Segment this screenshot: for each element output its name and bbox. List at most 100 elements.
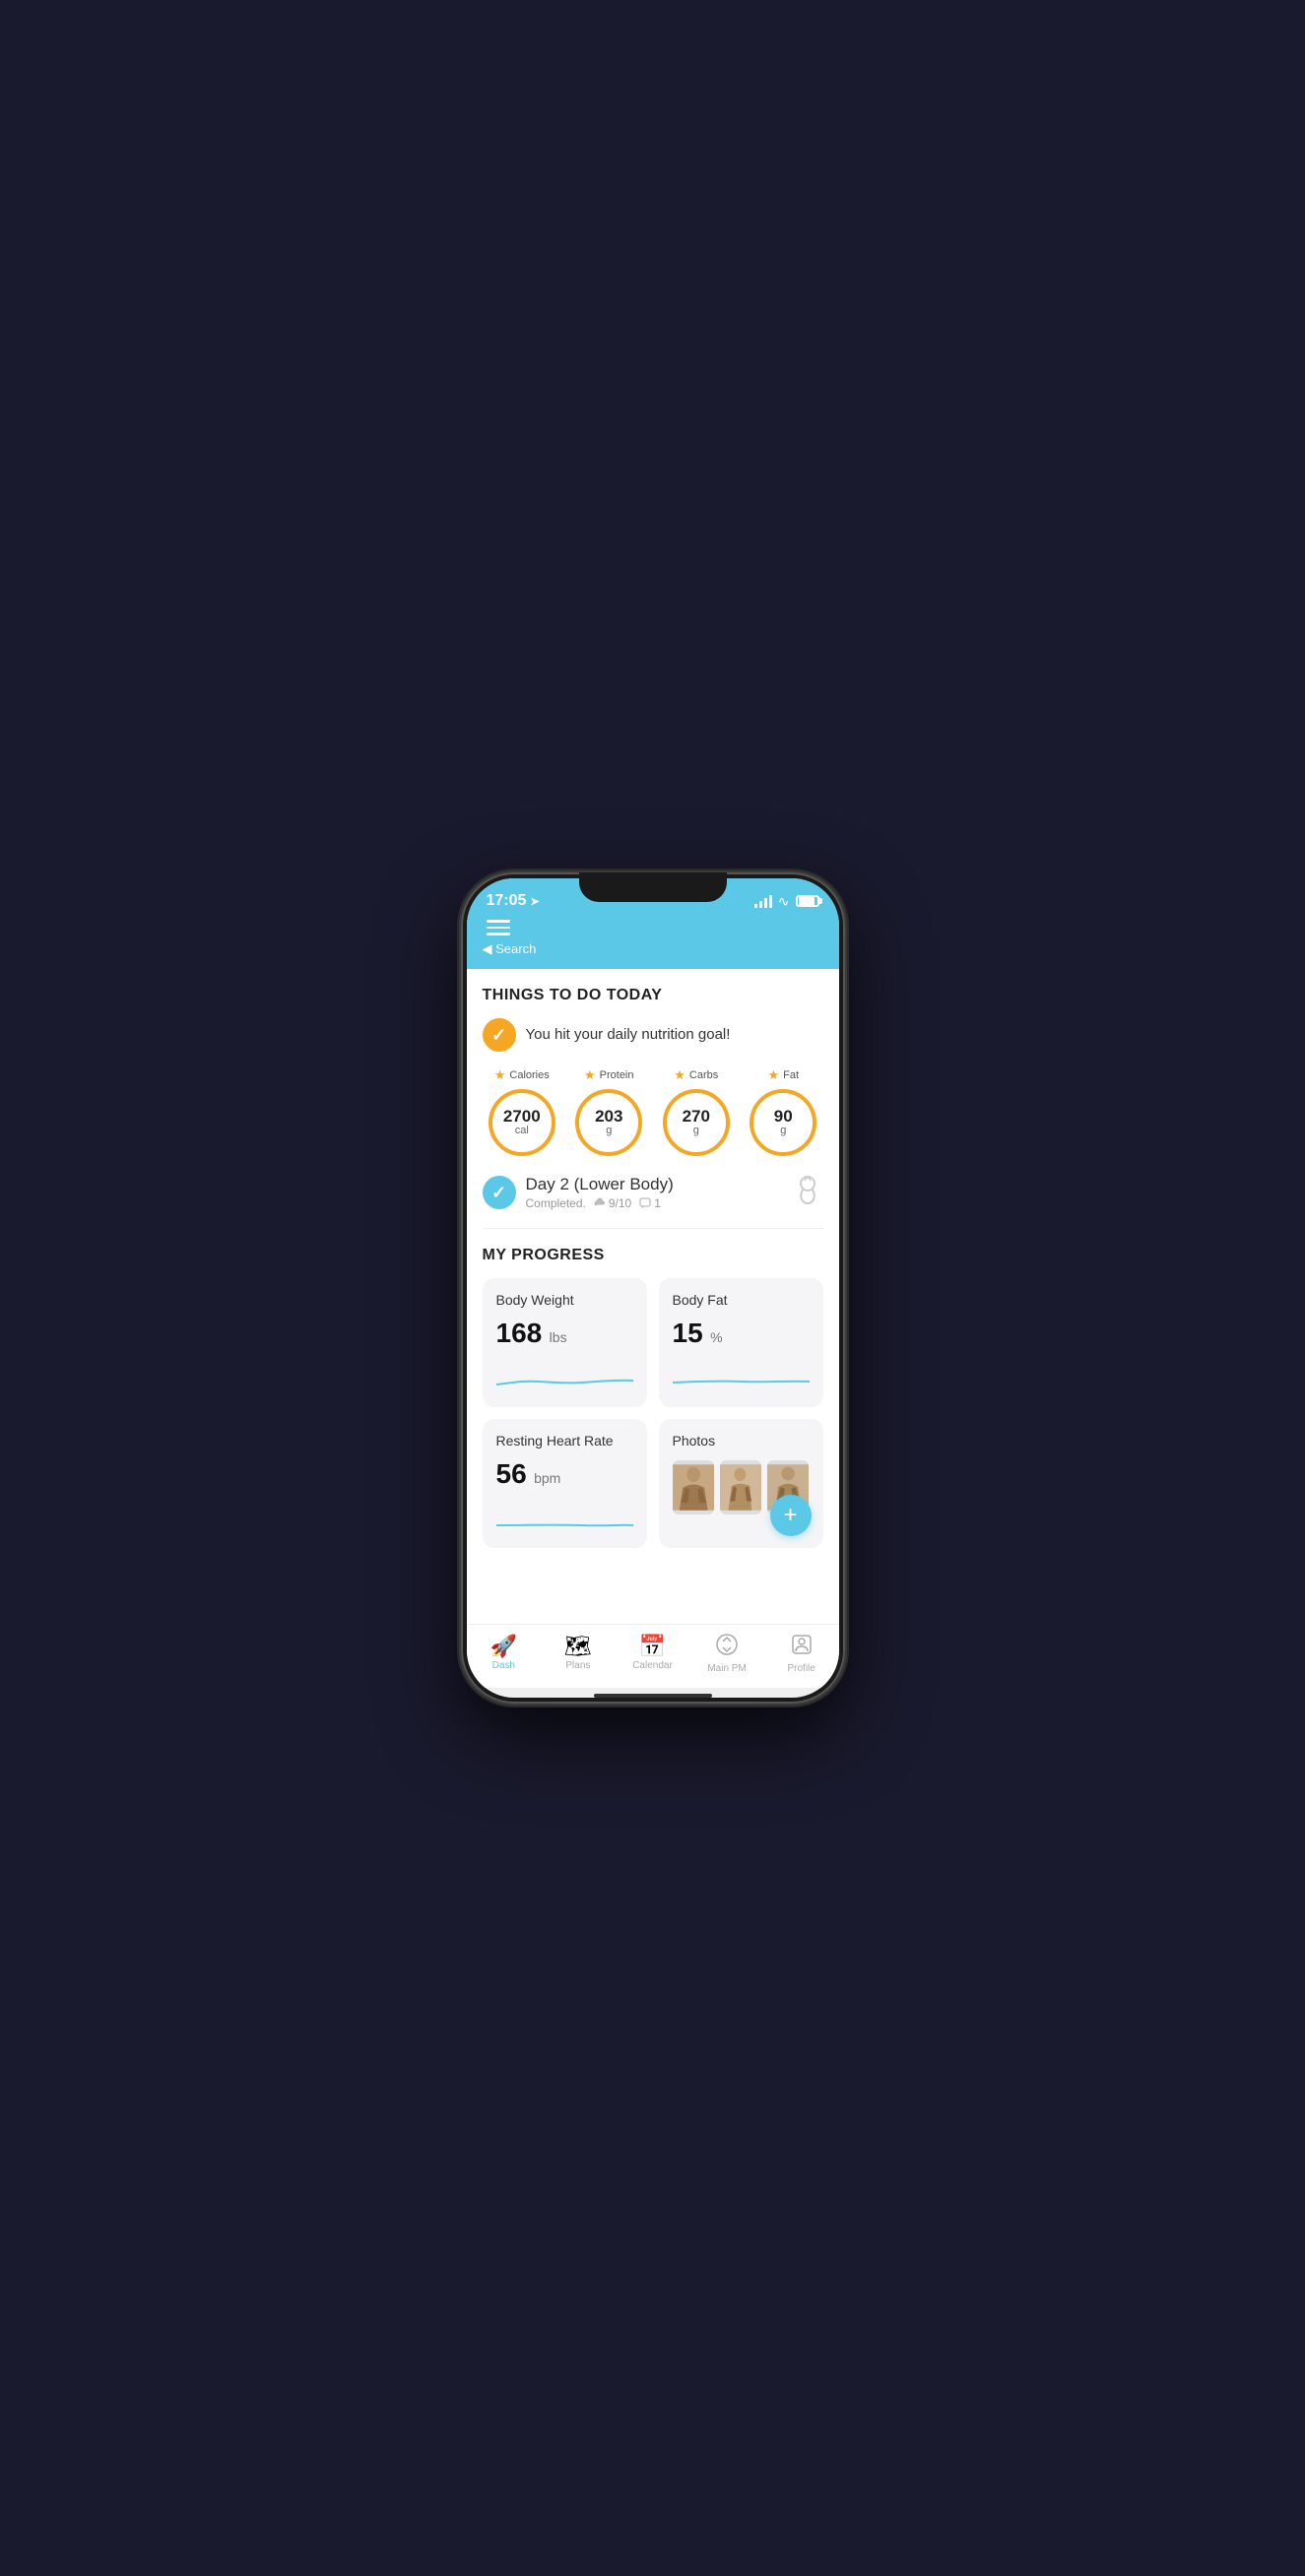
card-body-weight-unit: lbs xyxy=(550,1329,567,1345)
label-calories: Calories xyxy=(509,1069,549,1081)
card-heart-rate-unit: bpm xyxy=(534,1470,560,1486)
nutrition-label-protein: ★ Protein xyxy=(584,1067,634,1083)
wifi-icon: ∿ xyxy=(778,893,790,910)
value-fat: 90 xyxy=(774,1108,793,1127)
nutrition-label-fat: ★ Fat xyxy=(767,1067,799,1083)
unit-carbs: g xyxy=(693,1126,699,1136)
nav-item-dash[interactable]: 🚀 Dash xyxy=(478,1636,529,1671)
workout-rating: 9/10 xyxy=(609,1196,631,1210)
section-my-progress: MY PROGRESS xyxy=(483,1247,823,1264)
section-things-to-do: THINGS TO DO TODAY xyxy=(483,987,823,1004)
nav-label-main-pm: Main PM xyxy=(707,1663,746,1674)
star-icon-carbs: ★ xyxy=(674,1067,685,1083)
workout-row[interactable]: ✓ Day 2 (Lower Body) Completed. 9/10 1 xyxy=(483,1174,823,1229)
workout-rating-item: 9/10 xyxy=(594,1196,631,1210)
person-photo-2 xyxy=(720,1460,761,1514)
goal-check-icon: ✓ xyxy=(491,1026,506,1044)
status-time: 17:05 ➤ xyxy=(487,892,540,910)
time-display: 17:05 xyxy=(487,892,527,910)
profile-icon xyxy=(790,1633,814,1660)
screen: 17:05 ➤ ∿ ◀ Search xyxy=(467,878,839,1698)
workout-meta: Completed. 9/10 1 xyxy=(526,1196,782,1210)
circle-protein: 203 g xyxy=(575,1089,642,1156)
card-photos[interactable]: Photos xyxy=(659,1419,823,1548)
nutrition-item-calories: ★ Calories 2700 cal xyxy=(483,1067,562,1156)
body-fat-chart xyxy=(673,1363,810,1392)
cloud-icon xyxy=(594,1197,606,1209)
card-photos-title: Photos xyxy=(673,1433,810,1449)
notch xyxy=(579,872,727,902)
phone-frame: 17:05 ➤ ∿ ◀ Search xyxy=(461,872,845,1704)
nutrition-item-protein: ★ Protein 203 g xyxy=(569,1067,649,1156)
circle-carbs: 270 g xyxy=(663,1089,730,1156)
goal-message: You hit your daily nutrition goal! xyxy=(526,1026,731,1043)
home-indicator xyxy=(594,1694,712,1698)
card-body-fat[interactable]: Body Fat 15 % xyxy=(659,1278,823,1407)
value-calories: 2700 xyxy=(503,1108,541,1127)
label-protein: Protein xyxy=(600,1069,634,1081)
nav-label-calendar: Calendar xyxy=(632,1660,673,1671)
header-nav-row xyxy=(467,916,839,939)
card-body-weight[interactable]: Body Weight 168 lbs xyxy=(483,1278,647,1407)
hamburger-menu[interactable] xyxy=(483,916,514,939)
photo-thumb-2[interactable] xyxy=(720,1460,761,1514)
card-heart-rate-title: Resting Heart Rate xyxy=(496,1433,633,1449)
label-carbs: Carbs xyxy=(689,1069,718,1081)
nutrition-grid: ★ Calories 2700 cal ★ Protein 203 xyxy=(483,1067,823,1156)
comment-icon xyxy=(639,1197,651,1209)
status-icons: ∿ xyxy=(754,893,819,910)
person-photo-1 xyxy=(673,1460,714,1514)
unit-fat: g xyxy=(780,1126,786,1136)
kettlebell-icon xyxy=(792,1174,823,1212)
location-icon: ➤ xyxy=(530,895,539,908)
back-label: ◀ Search xyxy=(483,941,537,956)
value-carbs: 270 xyxy=(683,1108,710,1127)
main-pm-icon xyxy=(715,1633,739,1660)
star-icon-fat: ★ xyxy=(767,1067,779,1083)
workout-info: Day 2 (Lower Body) Completed. 9/10 1 xyxy=(526,1175,782,1210)
plans-icon: 🗺 xyxy=(564,1636,592,1657)
photo-thumb-1[interactable] xyxy=(673,1460,714,1514)
nav-item-main-pm[interactable]: Main PM xyxy=(701,1633,752,1674)
workout-comments: 1 xyxy=(654,1196,661,1210)
value-protein: 203 xyxy=(595,1108,622,1127)
unit-protein: g xyxy=(606,1126,612,1136)
card-body-fat-value: 15 xyxy=(673,1318,703,1348)
main-content: THINGS TO DO TODAY ✓ You hit your daily … xyxy=(467,969,839,1625)
card-heart-rate-value: 56 xyxy=(496,1458,527,1489)
dash-icon: 🚀 xyxy=(490,1636,517,1657)
star-icon-protein: ★ xyxy=(584,1067,596,1083)
goal-row: ✓ You hit your daily nutrition goal! xyxy=(483,1018,823,1052)
unit-calories: cal xyxy=(515,1126,529,1136)
circle-calories: 2700 cal xyxy=(489,1089,555,1156)
label-fat: Fat xyxy=(783,1069,799,1081)
card-body-weight-title: Body Weight xyxy=(496,1292,633,1308)
battery-icon xyxy=(796,895,819,907)
workout-title: Day 2 (Lower Body) xyxy=(526,1175,782,1194)
goal-check-circle: ✓ xyxy=(483,1018,516,1052)
nav-label-dash: Dash xyxy=(492,1660,515,1671)
star-icon-calories: ★ xyxy=(494,1067,506,1083)
workout-check-icon: ✓ xyxy=(491,1184,506,1201)
heart-rate-chart xyxy=(496,1504,633,1533)
nutrition-item-carbs: ★ Carbs 270 g xyxy=(657,1067,737,1156)
card-body-fat-title: Body Fat xyxy=(673,1292,810,1308)
nutrition-label-carbs: ★ Carbs xyxy=(674,1067,718,1083)
workout-comments-item: 1 xyxy=(639,1196,661,1210)
body-weight-chart xyxy=(496,1363,633,1392)
nav-label-profile: Profile xyxy=(787,1663,815,1674)
nav-item-calendar[interactable]: 📅 Calendar xyxy=(626,1636,678,1671)
progress-grid: Body Weight 168 lbs Body Fat 15 % xyxy=(483,1278,823,1548)
card-heart-rate[interactable]: Resting Heart Rate 56 bpm xyxy=(483,1419,647,1548)
bottom-nav: 🚀 Dash 🗺 Plans 📅 Calendar Ma xyxy=(467,1624,839,1688)
calendar-icon: 📅 xyxy=(639,1636,666,1657)
nav-item-profile[interactable]: Profile xyxy=(776,1633,827,1674)
back-nav[interactable]: ◀ Search xyxy=(467,939,839,957)
card-body-weight-value: 168 xyxy=(496,1318,543,1348)
workout-check-circle: ✓ xyxy=(483,1176,516,1209)
nav-label-plans: Plans xyxy=(565,1660,590,1671)
fab-plus-icon: + xyxy=(783,1502,797,1529)
add-photo-fab[interactable]: + xyxy=(770,1495,812,1536)
nav-item-plans[interactable]: 🗺 Plans xyxy=(553,1636,604,1671)
workout-status: Completed. xyxy=(526,1196,586,1210)
